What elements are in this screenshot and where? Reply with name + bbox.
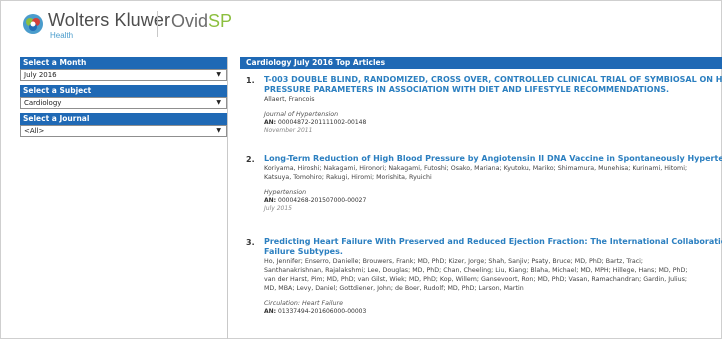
main-content: Cardiology July 2016 Top Articles 1. T-0… (240, 57, 722, 339)
article-accession-number: AN: 00004268-201507000-00027 (264, 197, 722, 205)
article-title-line[interactable]: T-003 DOUBLE BLIND, RANDOMIZED, CROSS OV… (264, 75, 722, 85)
accession-value: 00004268-201507000-00027 (278, 197, 367, 204)
brand-subtitle: Health (50, 31, 74, 40)
month-select[interactable]: July 2016 ▼ (20, 69, 227, 81)
article-date: November 2011 (264, 127, 313, 134)
journal-label: Select a Journal (20, 113, 227, 125)
article-authors: Koriyama, Hiroshi; Nakagami, Hironori; N… (264, 165, 688, 172)
article-journal: Hypertension (264, 189, 307, 196)
accession-label: AN: (264, 197, 277, 204)
article-title-line[interactable]: Failure Subtypes. (264, 247, 722, 257)
subject-label: Select a Subject (20, 85, 227, 97)
article-journal: Journal of Hypertension (264, 111, 339, 118)
accession-value: 01337494-201606000-00003 (278, 308, 367, 315)
article-authors: Santhanakrishnan, Rajalakshmi; Lee, Doug… (264, 267, 688, 274)
article-number: 2. (246, 155, 255, 164)
article-authors: van der Harst, Pim; MD, PhD; van Gilst, … (264, 276, 687, 283)
subject-select-value: Cardiology (24, 99, 62, 107)
article-accession-number: AN: 00004872-201111002-00148 (264, 119, 722, 127)
header: Wolters Kluwer Health OvidSP (0, 0, 722, 46)
article-title-line[interactable]: Predicting Heart Failure With Preserved … (264, 237, 722, 247)
article-authors: Ho, Jennifer; Enserro, Danielle; Brouwer… (264, 258, 644, 265)
chevron-down-icon: ▼ (216, 99, 221, 106)
article-accession-number: AN: 01337494-201606000-00003 (264, 308, 722, 316)
journal-select[interactable]: <All> ▼ (20, 125, 227, 137)
journal-select-value: <All> (24, 127, 45, 135)
subject-select[interactable]: Cardiology ▼ (20, 97, 227, 109)
article-authors: Katsuya, Tomohiro; Rakugi, Hiromi; Moris… (264, 174, 432, 181)
product-name-part-1: Ovid (171, 11, 209, 31)
page-title: Cardiology July 2016 Top Articles (240, 57, 722, 69)
article-title-line[interactable]: Long-Term Reduction of High Blood Pressu… (264, 154, 722, 164)
product-name-part-2: SP (208, 11, 233, 31)
article-date: July 2015 (264, 205, 292, 212)
article-number: 1. (246, 76, 255, 85)
article-number: 3. (246, 238, 255, 247)
article-title-line[interactable]: PRESSURE PARAMETERS IN ASSOCIATION WITH … (264, 85, 722, 95)
header-divider (157, 11, 158, 37)
chevron-down-icon: ▼ (216, 127, 221, 134)
accession-label: AN: (264, 308, 277, 315)
sidebar: Select a Month July 2016 ▼ Select a Subj… (20, 57, 228, 339)
article-authors: MD, MBA; Levy, Daniel; Gottdiener, John;… (264, 285, 524, 292)
month-label: Select a Month (20, 57, 227, 69)
accession-value: 00004872-201111002-00148 (278, 119, 367, 126)
month-select-value: July 2016 (24, 71, 57, 79)
product-name: OvidSP (171, 11, 232, 32)
chevron-down-icon: ▼ (216, 71, 221, 78)
article-authors: Allaert, Francois (264, 96, 315, 103)
article-journal: Circulation: Heart Failure (264, 300, 343, 307)
brand-name: Wolters Kluwer (48, 10, 171, 30)
wolters-kluwer-logo-icon (23, 14, 43, 34)
accession-label: AN: (264, 119, 277, 126)
